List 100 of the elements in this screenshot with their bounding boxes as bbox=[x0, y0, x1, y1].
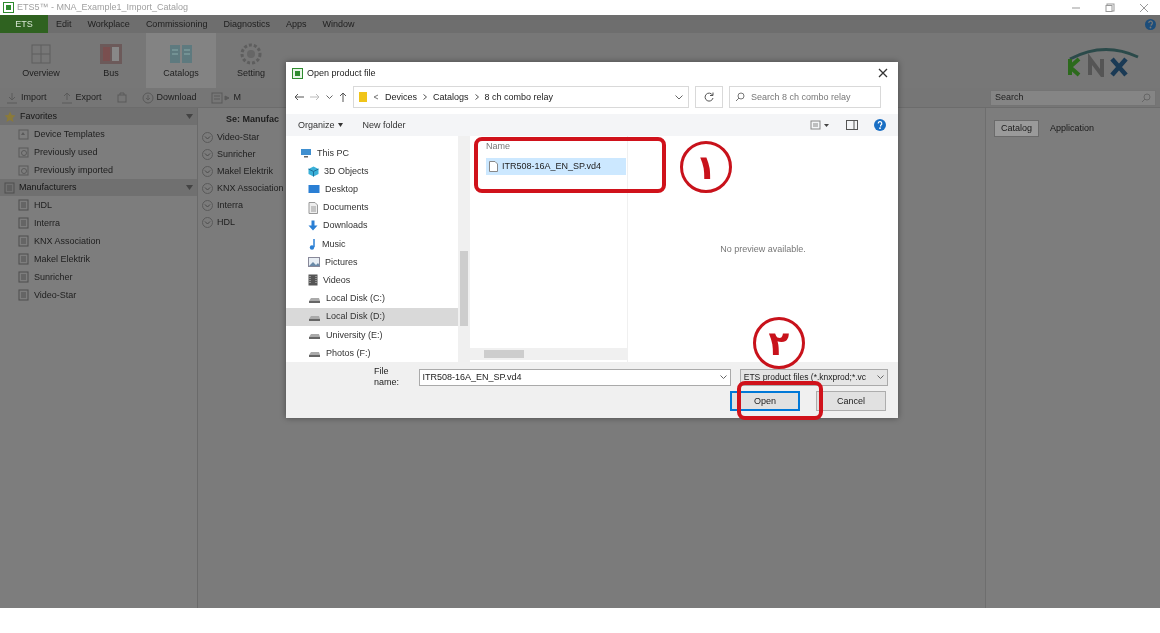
desktop-icon bbox=[308, 184, 320, 195]
toolbar-button[interactable]: Import bbox=[6, 91, 47, 104]
sidebar-item[interactable]: Interra bbox=[34, 217, 60, 229]
section-header[interactable]: Favorites bbox=[0, 108, 197, 125]
computer-icon bbox=[300, 148, 312, 159]
pictures-icon bbox=[98, 42, 124, 67]
scrollbar[interactable] bbox=[458, 136, 470, 363]
caret-icon bbox=[186, 185, 193, 190]
dialog-title: Open product file bbox=[307, 67, 376, 79]
manufacturer-item[interactable]: Sunricher bbox=[217, 148, 256, 160]
app-logo-icon bbox=[292, 67, 303, 79]
preview-pane-icon[interactable] bbox=[846, 120, 858, 130]
document-icon bbox=[308, 201, 318, 214]
nav-item[interactable]: Photos (F:) bbox=[286, 344, 458, 363]
nav-item[interactable]: Music bbox=[286, 234, 458, 254]
sidebar-item[interactable]: Previously imported bbox=[34, 164, 114, 176]
chevron-circle-icon[interactable] bbox=[202, 148, 213, 160]
sidebar-item[interactable]: Device Templates bbox=[34, 128, 105, 140]
dialog-button[interactable]: Cancel bbox=[816, 391, 886, 411]
nav-item[interactable]: Documents bbox=[286, 198, 458, 217]
breadcrumb-item[interactable]: 8 ch combo relay bbox=[484, 91, 554, 103]
manufacturer-item[interactable]: Makel Elektrik bbox=[217, 165, 273, 177]
nav-item[interactable]: Local Disk (D:) bbox=[286, 307, 458, 326]
nav-item[interactable]: Videos bbox=[286, 271, 458, 290]
section-header[interactable]: Manufacturers bbox=[0, 179, 197, 196]
nav-item[interactable]: 3D Objects bbox=[286, 162, 458, 181]
manufacturer-item[interactable]: HDL bbox=[217, 216, 235, 228]
sidebar-item[interactable]: KNX Association bbox=[34, 235, 101, 247]
preview-message: No preview available. bbox=[720, 243, 806, 255]
chevron-circle-icon[interactable] bbox=[202, 182, 213, 194]
breadcrumb-item[interactable]: Devices bbox=[385, 91, 417, 103]
toolbar-button[interactable]: Download bbox=[141, 91, 197, 104]
nav-item[interactable]: Desktop bbox=[286, 180, 458, 199]
column-header[interactable]: Name bbox=[486, 141, 510, 151]
manufacturer-item[interactable]: Interra bbox=[217, 199, 243, 211]
panel-tab[interactable]: Catalog bbox=[994, 120, 1040, 137]
folder-icon bbox=[359, 91, 367, 103]
sidebar-item[interactable]: Video-Star bbox=[34, 289, 77, 301]
sidebar-item[interactable]: Makel Elektrik bbox=[34, 253, 90, 265]
menu-item[interactable]: Diagnostics bbox=[215, 15, 278, 33]
file-name-field[interactable]: ITR508-16A_EN_SP.vd4 bbox=[418, 368, 731, 386]
template-icon bbox=[18, 128, 29, 140]
command-button[interactable]: Organize bbox=[298, 119, 343, 131]
help-icon[interactable] bbox=[874, 119, 886, 131]
building-icon bbox=[18, 271, 29, 283]
chevron-circle-icon[interactable] bbox=[202, 216, 213, 228]
nav-item[interactable]: University (E:) bbox=[286, 325, 458, 345]
command-button[interactable]: New folder bbox=[362, 119, 406, 131]
manufacturer-item[interactable]: Video-Star bbox=[217, 131, 260, 143]
menu-item[interactable]: Commissioning bbox=[137, 15, 216, 33]
address-bar[interactable]: Devices Catalogs 8 ch combo relay bbox=[353, 86, 689, 108]
sidebar-item[interactable]: Sunricher bbox=[34, 271, 73, 283]
search-field[interactable]: Search 8 ch combo relay bbox=[729, 86, 881, 108]
step-number: ۱ bbox=[680, 141, 732, 193]
toolbar-button[interactable]: M bbox=[210, 91, 242, 104]
sidebar-item[interactable]: HDL bbox=[34, 199, 52, 211]
forward-arrow-icon[interactable] bbox=[310, 93, 320, 101]
file-icon bbox=[489, 160, 498, 172]
chevron-circle-icon[interactable] bbox=[202, 165, 213, 177]
manufacturer-item[interactable]: KNX Association bbox=[217, 182, 284, 194]
download-icon bbox=[141, 91, 154, 104]
cube-icon bbox=[308, 165, 319, 177]
toolbar-button[interactable]: Export bbox=[60, 91, 102, 104]
close-icon[interactable] bbox=[878, 68, 888, 78]
refresh-button[interactable] bbox=[695, 86, 723, 108]
sidebar-item[interactable]: Previously used bbox=[34, 146, 98, 158]
caret-icon bbox=[186, 114, 193, 119]
search-icon bbox=[1141, 92, 1151, 103]
chevron-down-icon[interactable] bbox=[326, 94, 333, 100]
view-options-icon[interactable] bbox=[810, 120, 830, 130]
menu-item[interactable]: Workplace bbox=[79, 15, 138, 33]
menu-item[interactable]: ETS bbox=[0, 15, 48, 33]
ribbon-button[interactable]: Catalogs bbox=[146, 33, 216, 88]
search-field[interactable]: Search bbox=[990, 89, 1156, 106]
chevron-down-icon[interactable] bbox=[675, 94, 683, 100]
breadcrumb-item[interactable]: Catalogs bbox=[433, 91, 469, 103]
up-arrow-icon[interactable] bbox=[339, 92, 347, 102]
nav-item[interactable]: Local Disk (C:) bbox=[286, 289, 458, 308]
nav-item[interactable]: This PC bbox=[286, 144, 458, 163]
menu-item[interactable]: Window bbox=[314, 15, 363, 33]
file-item[interactable]: ITR508-16A_EN_SP.vd4 bbox=[486, 157, 626, 175]
menu-item[interactable]: Apps bbox=[277, 15, 315, 33]
dialog-button[interactable]: Open bbox=[730, 391, 800, 411]
chevron-circle-icon[interactable] bbox=[202, 199, 213, 211]
building-icon bbox=[18, 253, 29, 265]
ribbon-button[interactable]: Overview bbox=[6, 33, 76, 88]
maximize-icon[interactable] bbox=[1105, 2, 1115, 13]
ribbon-button[interactable]: Setting bbox=[216, 33, 286, 88]
panel-tab[interactable]: Application bbox=[1043, 120, 1102, 137]
picture-icon bbox=[308, 257, 320, 268]
chevron-down-icon bbox=[877, 374, 884, 380]
refresh-icon bbox=[704, 92, 714, 102]
building-icon bbox=[18, 289, 29, 301]
nav-item[interactable]: Downloads bbox=[286, 216, 458, 235]
back-arrow-icon[interactable] bbox=[294, 93, 304, 101]
nav-item[interactable]: Pictures bbox=[286, 253, 458, 272]
ribbon-button[interactable]: Bus bbox=[76, 33, 146, 88]
menu-item[interactable]: Edit bbox=[48, 15, 80, 33]
scrollbar[interactable] bbox=[470, 348, 627, 360]
chevron-circle-icon[interactable] bbox=[202, 131, 213, 143]
